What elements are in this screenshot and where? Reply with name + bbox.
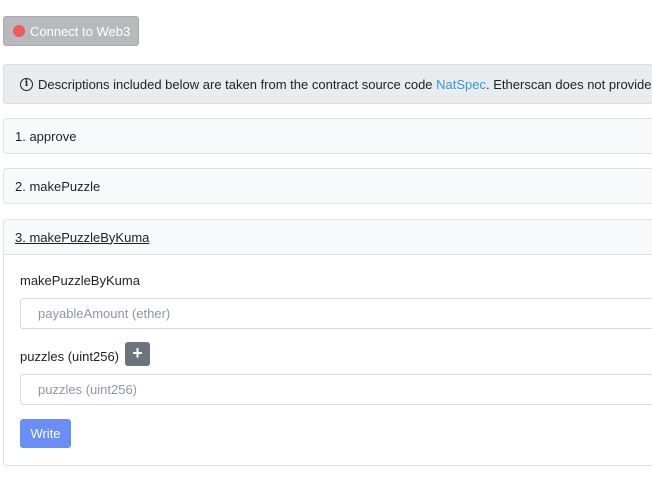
- payable-field-label: makePuzzleByKuma: [20, 273, 140, 288]
- puzzles-input[interactable]: [20, 374, 652, 405]
- function-makepuzzle-header[interactable]: 2. makePuzzle: [3, 168, 652, 204]
- function-makepuzzlebykuma-label: 3. makePuzzleByKuma: [15, 229, 150, 245]
- function-makepuzzle-label: 2. makePuzzle: [15, 178, 101, 194]
- natspec-link[interactable]: NatSpec: [436, 77, 486, 92]
- function-makepuzzlebykuma-header[interactable]: 3. makePuzzleByKuma: [4, 220, 652, 255]
- payable-amount-input[interactable]: [20, 298, 652, 329]
- puzzles-field-label: puzzles (uint256): [20, 349, 119, 364]
- add-puzzle-button[interactable]: +: [125, 342, 150, 366]
- connect-web3-label: Connect to Web3: [30, 23, 131, 39]
- write-button[interactable]: Write: [20, 419, 71, 448]
- function-approve-label: 1. approve: [15, 128, 77, 144]
- connection-status-icon: [13, 25, 25, 37]
- info-icon: i: [20, 77, 33, 91]
- natspec-notice: i Descriptions included below are taken …: [3, 64, 652, 104]
- connect-web3-button[interactable]: Connect to Web3: [3, 16, 139, 46]
- page: Connect to Web3 i Descriptions included …: [0, 0, 652, 478]
- function-approve-header[interactable]: 1. approve: [3, 118, 652, 154]
- notice-text-after: . Etherscan does not provide: [486, 76, 652, 92]
- notice-text-before: Descriptions included below are taken fr…: [38, 76, 437, 92]
- function-makepuzzlebykuma-card: 3. makePuzzleByKuma makePuzzleByKuma puz…: [3, 219, 652, 466]
